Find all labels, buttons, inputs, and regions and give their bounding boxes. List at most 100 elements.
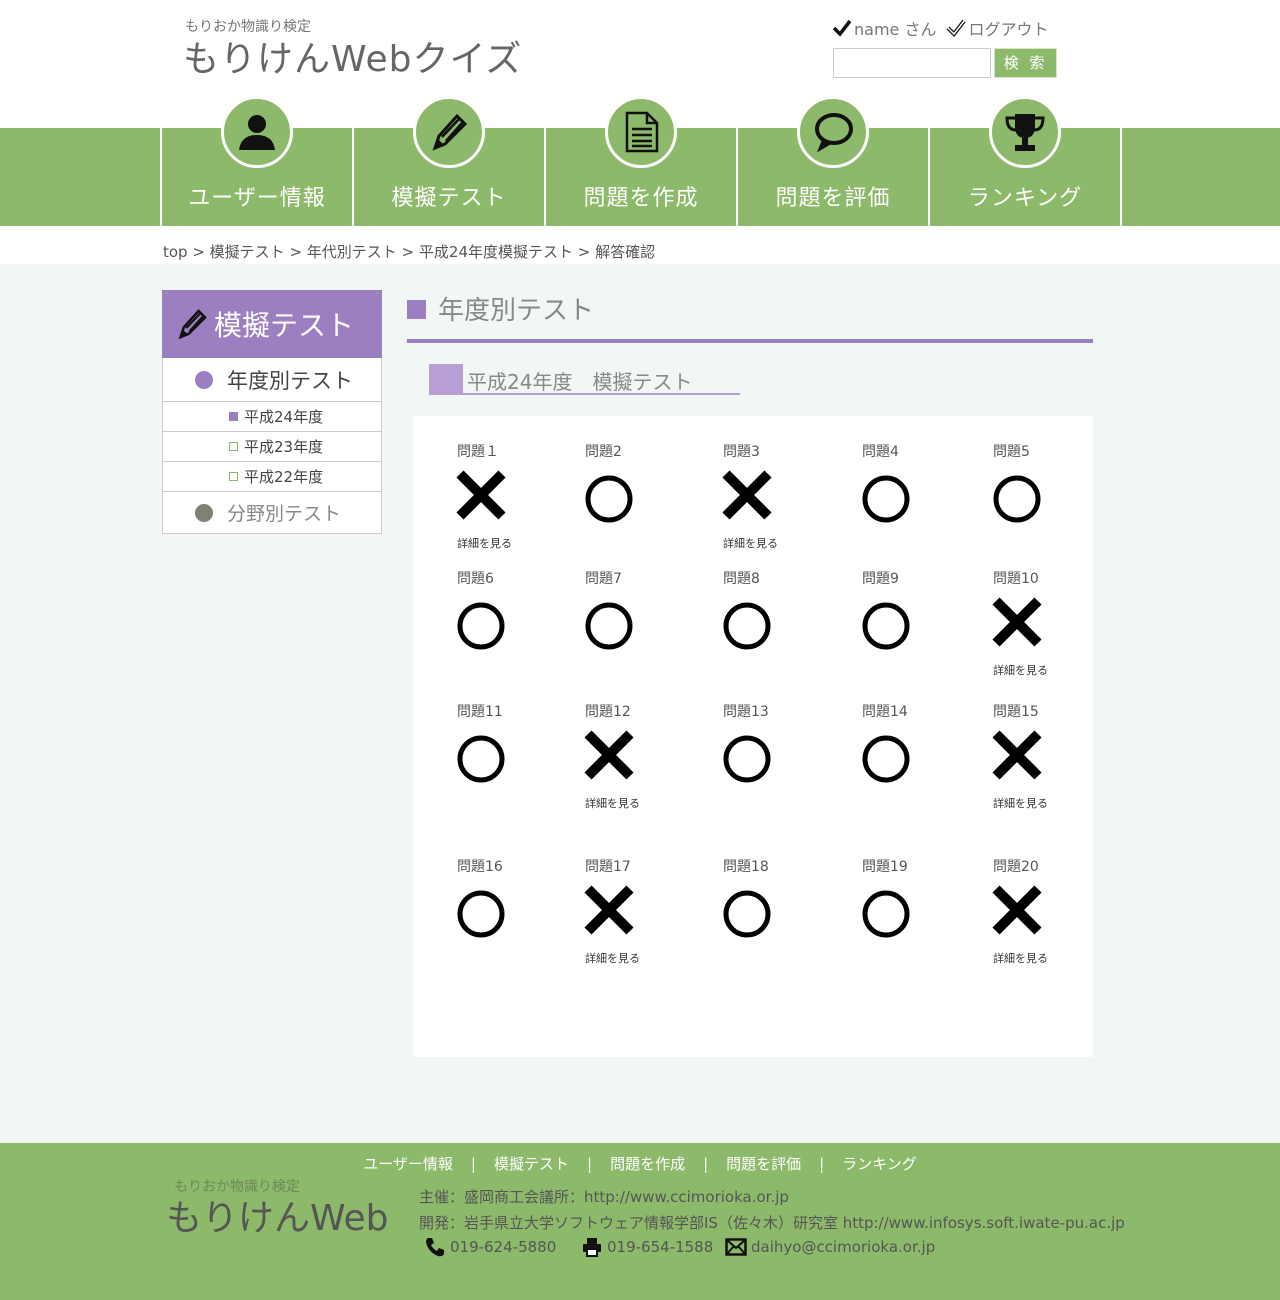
correct-circle-icon (862, 475, 910, 523)
separator: | (470, 1155, 476, 1173)
square-outline-icon (229, 472, 238, 481)
user-name[interactable]: name さん (854, 16, 936, 40)
question-label: 問題4 (862, 444, 899, 460)
result-item: 問題8 (723, 568, 843, 688)
result-item: 問題12 詳細を見る (584, 701, 705, 821)
footer-link-user-info[interactable]: ユーザー情報 (363, 1155, 453, 1173)
question-label: 問題12 (585, 704, 631, 720)
correct-circle-icon (457, 602, 505, 650)
question-label: 問題19 (862, 859, 908, 875)
question-label: 問題6 (457, 571, 494, 587)
footer-email: daihyo@ccimorioka.or.jp (725, 1236, 935, 1258)
incorrect-cross-icon (992, 885, 1042, 935)
nav-label: 問題を評価 (775, 186, 891, 211)
view-detail-link[interactable]: 詳細を見る (723, 535, 778, 551)
sidebar-subitem-label: 平成22年度 (244, 468, 324, 486)
question-label: 問題11 (457, 704, 503, 720)
result-item: 問題9 (862, 568, 982, 688)
site-logo[interactable]: もりけんWebクイズ (183, 30, 522, 82)
result-item: 問題１ 詳細を見る (456, 441, 577, 561)
sidebar-subitem-h24[interactable]: 平成24年度 (163, 402, 381, 432)
separator: | (819, 1155, 825, 1173)
mail-icon (725, 1238, 747, 1256)
result-item: 問題13 (723, 701, 843, 821)
view-detail-link[interactable]: 詳細を見る (993, 795, 1048, 811)
phone-icon (426, 1238, 444, 1257)
correct-circle-icon (862, 735, 910, 783)
footer-logo[interactable]: もりけんWeb (166, 1189, 389, 1241)
footer: ユーザー情報 | 模擬テスト | 問題を作成 | 問題を評価 | ランキング もりおか物識り検定… (0, 1143, 1280, 1300)
sidebar-subitem-h22[interactable]: 平成22年度 (163, 462, 381, 492)
result-item: 問題14 (862, 701, 982, 821)
question-label: 問題16 (457, 859, 503, 875)
nav-item-rate-question[interactable]: 問題を評価 (736, 96, 928, 226)
incorrect-cross-icon (722, 470, 772, 520)
incorrect-cross-icon (584, 730, 634, 780)
user-icon (221, 96, 293, 168)
title-underline (407, 339, 1093, 343)
correct-circle-icon (723, 735, 771, 783)
question-label: 問題7 (585, 571, 622, 587)
result-item: 問題19 (862, 856, 982, 976)
footer-link-create-question[interactable]: 問題を作成 (610, 1155, 685, 1173)
separator: | (587, 1155, 593, 1173)
search-input[interactable] (833, 48, 991, 78)
result-item: 問題18 (723, 856, 843, 976)
sidebar: 模擬テスト 年度別テスト 平成24年度 平成23年度 平成22年度 分野別テスト (162, 290, 382, 534)
nav-item-ranking[interactable]: ランキング (928, 96, 1120, 226)
fax-number: 019-654-1588 (607, 1238, 714, 1256)
pencil-icon (413, 96, 485, 168)
view-detail-link[interactable]: 詳細を見る (457, 535, 512, 551)
page-title: 年度別テスト (438, 296, 595, 326)
sidebar-heading-label: 模擬テスト (214, 309, 355, 342)
view-detail-link[interactable]: 詳細を見る (993, 950, 1048, 966)
bullet-icon (195, 503, 213, 522)
result-item: 問題2 (585, 441, 705, 561)
square-bullet-icon (229, 412, 238, 421)
subtitle-marker (429, 364, 463, 394)
footer-fax: 019-654-1588 (581, 1236, 713, 1258)
nav-item-user-info[interactable]: ユーザー情報 (160, 96, 352, 226)
pencil-icon (178, 309, 207, 340)
separator: | (703, 1155, 709, 1173)
sidebar-item-yearly-test[interactable]: 年度別テスト (163, 358, 381, 402)
correct-circle-icon (457, 890, 505, 938)
main-nav: ユーザー情報 模擬テスト 問題を作成 問題を評価 ランキング (0, 96, 1280, 226)
subtitle-underline (429, 393, 740, 395)
footer-link-rate-question[interactable]: 問題を評価 (726, 1155, 801, 1173)
sidebar-item-field-test[interactable]: 分野別テスト (163, 492, 381, 533)
sidebar-subitem-h23[interactable]: 平成23年度 (163, 432, 381, 462)
correct-circle-icon (723, 890, 771, 938)
correct-circle-icon (862, 890, 910, 938)
question-label: 問題20 (993, 859, 1039, 875)
view-detail-link[interactable]: 詳細を見る (585, 795, 640, 811)
question-label: 問題17 (585, 859, 631, 875)
view-detail-link[interactable]: 詳細を見る (585, 950, 640, 966)
incorrect-cross-icon (456, 470, 506, 520)
footer-link-ranking[interactable]: ランキング (842, 1155, 917, 1173)
question-label: 問題13 (723, 704, 769, 720)
footer-link-mock-test[interactable]: 模擬テスト (494, 1155, 569, 1173)
nav-item-create-question[interactable]: 問題を作成 (544, 96, 736, 226)
footer-developer: 開発：岩手県立大学ソフトウェア情報学部IS（佐々木）研究室 http://www… (419, 1214, 1125, 1232)
view-detail-link[interactable]: 詳細を見る (993, 662, 1048, 678)
sidebar-subitem-label: 平成23年度 (244, 438, 324, 456)
results-grid: 問題１ 詳細を見る 問題2 問題3 詳細を見る 問題4 問題5 問題6 問題7 問題8 問題9 問題1… (413, 416, 1093, 1057)
question-label: 問題10 (993, 571, 1039, 587)
nav-label: 模擬テスト (391, 186, 507, 211)
search-button[interactable]: 検 索 (994, 48, 1057, 78)
logout-link[interactable]: ログアウト (968, 16, 1048, 40)
result-item: 問題5 (993, 441, 1113, 561)
result-item: 問題16 (457, 856, 577, 976)
incorrect-cross-icon (992, 730, 1042, 780)
result-item: 問題17 詳細を見る (584, 856, 705, 976)
email-address[interactable]: daihyo@ccimorioka.or.jp (751, 1238, 935, 1256)
correct-circle-icon (585, 602, 633, 650)
section-subtitle: 平成24年度 模擬テスト (467, 370, 693, 394)
speech-bubble-icon (797, 96, 869, 168)
check-outline-icon (947, 19, 967, 38)
question-label: 問題8 (723, 571, 760, 587)
nav-item-mock-test[interactable]: 模擬テスト (352, 96, 544, 226)
breadcrumb[interactable]: top > 模擬テスト > 年代別テスト > 平成24年度模擬テスト > 解答確… (163, 241, 655, 262)
nav-divider (1120, 128, 1122, 226)
